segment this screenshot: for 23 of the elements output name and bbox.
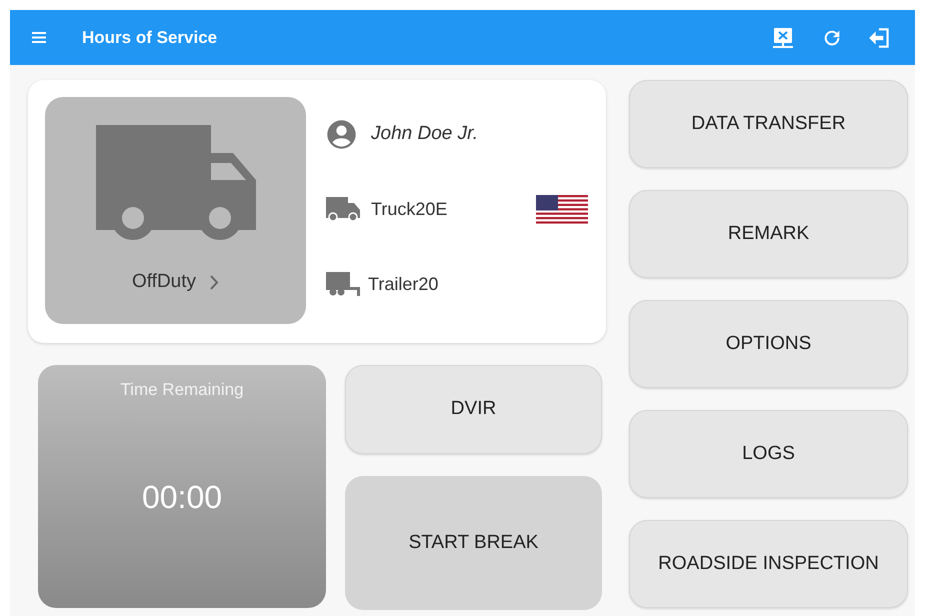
app-title: Hours of Service xyxy=(82,26,218,49)
truck-icon xyxy=(326,197,361,221)
timer-label: Time Remaining xyxy=(120,379,244,401)
us-flag-icon xyxy=(536,194,588,224)
device-disconnected-icon[interactable] xyxy=(771,26,795,50)
truck-icon xyxy=(96,125,256,240)
menu-button[interactable]: REMARK xyxy=(629,190,908,278)
trailer-id: Trailer20 xyxy=(368,272,438,296)
action-button[interactable]: DVIR xyxy=(345,365,602,454)
duty-status-label: OffDuty xyxy=(132,270,196,294)
timer-value: 00:00 xyxy=(142,478,222,516)
menu-button[interactable]: DATA TRANSFER xyxy=(629,80,908,168)
menu-icon[interactable] xyxy=(32,32,46,43)
menu-button[interactable]: LOGS xyxy=(629,410,908,498)
menu-button[interactable]: ROADSIDE INSPECTION xyxy=(629,520,908,608)
chevron-right-icon xyxy=(210,274,220,290)
menu-button[interactable]: OPTIONS xyxy=(629,300,908,388)
trailer-icon xyxy=(326,272,360,296)
duty-status-tile[interactable]: OffDuty xyxy=(45,97,306,324)
user-avatar-icon xyxy=(326,118,357,150)
driver-name: John Doe Jr. xyxy=(371,122,478,146)
action-button[interactable]: START BREAK xyxy=(345,476,602,610)
truck-id: Truck20E xyxy=(371,198,448,220)
